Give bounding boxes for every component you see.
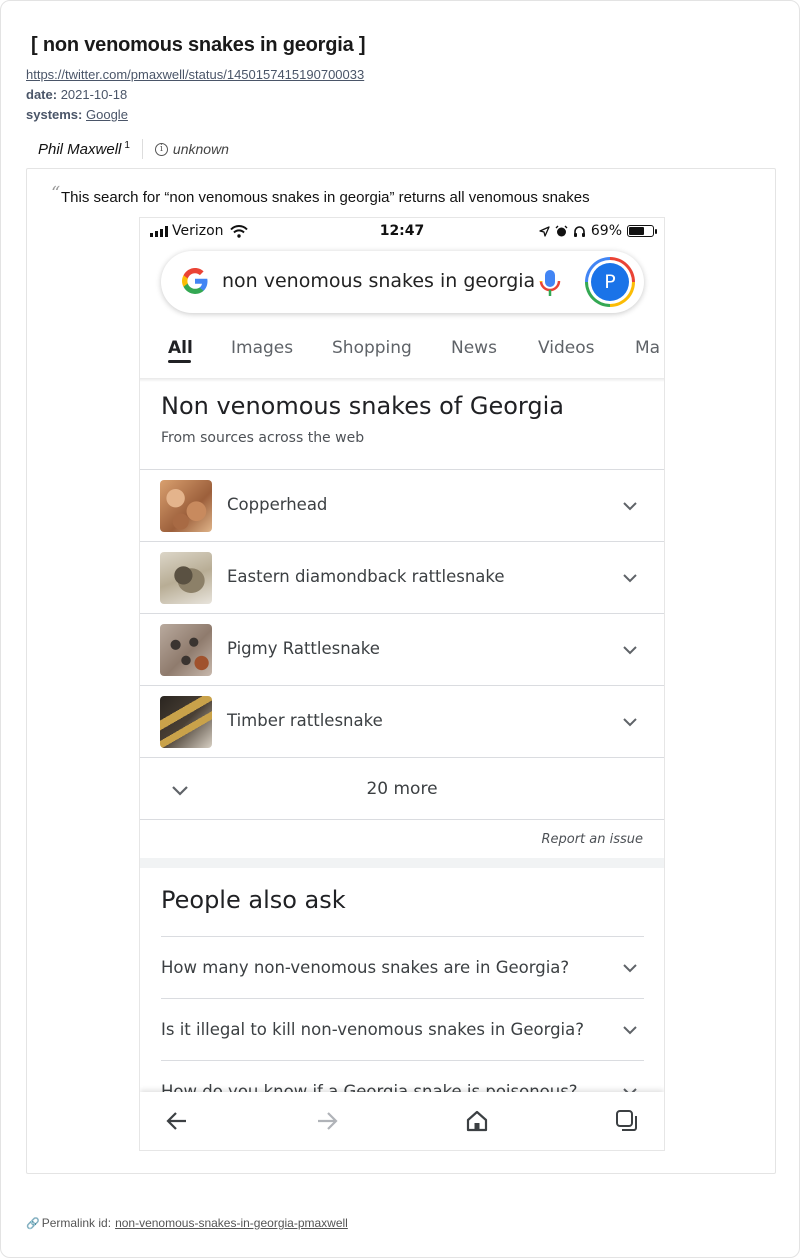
tab-maps[interactable]: Ma	[635, 338, 660, 358]
chevron-down-icon	[623, 574, 637, 583]
list-item-label: Copperhead	[227, 495, 328, 514]
tab-videos[interactable]: Videos	[538, 338, 595, 358]
result-subheading: From sources across the web	[161, 430, 365, 446]
quote-block: “ This search for “non venomous snakes i…	[26, 168, 776, 1174]
date-label: date:	[26, 87, 58, 102]
systems-line: systems: Google	[26, 107, 128, 122]
tabs-divider	[140, 378, 664, 382]
copperhead-thumbnail	[160, 480, 212, 532]
avatar-letter: P	[591, 263, 629, 301]
alarm-icon	[555, 225, 568, 236]
source-link[interactable]: https://twitter.com/pmaxwell/status/1450…	[26, 67, 364, 82]
active-tab-indicator	[168, 360, 191, 363]
author-footnote: 1	[124, 140, 130, 151]
tab-shopping[interactable]: Shopping	[332, 338, 412, 358]
author-name[interactable]: Phil Maxwell 1	[38, 140, 130, 158]
search-tabs: All Images Shopping News Videos Ma	[140, 336, 664, 380]
google-g-icon	[182, 268, 208, 294]
permalink-link[interactable]: non-venomous-snakes-in-georgia-pmaxwell	[115, 1216, 348, 1230]
page-title: [ non venomous snakes in georgia ]	[31, 34, 366, 56]
permalink-line: 🔗 Permalink id: non-venomous-snakes-in-g…	[26, 1216, 348, 1230]
question-text: Is it illegal to kill non-venomous snake…	[161, 1020, 585, 1039]
location-arrow-icon	[539, 225, 550, 237]
back-arrow-icon[interactable]	[164, 1108, 190, 1134]
quote-open-mark: “	[51, 183, 61, 204]
show-more-label: 20 more	[366, 779, 438, 799]
question-item[interactable]: How many non-venomous snakes are in Geor…	[161, 936, 644, 998]
list-item[interactable]: Timber rattlesnake	[140, 685, 664, 757]
incident-card: [ non venomous snakes in georgia ] https…	[0, 0, 800, 1258]
permalink-label: Permalink id:	[41, 1216, 112, 1230]
battery-percent: 69%	[590, 223, 622, 239]
chevron-down-icon	[623, 1026, 637, 1035]
forward-arrow-icon[interactable]	[314, 1108, 340, 1134]
list-item[interactable]: Copperhead	[140, 469, 664, 541]
tab-all[interactable]: All	[168, 338, 193, 358]
home-icon[interactable]	[464, 1108, 490, 1134]
avatar[interactable]: P	[585, 257, 635, 307]
quote-text: This search for “non venomous snakes in …	[61, 189, 590, 206]
date-line: date: 2021-10-18	[26, 87, 127, 102]
author-divider	[141, 139, 143, 159]
question-text: How many non-venomous snakes are in Geor…	[161, 958, 570, 977]
timber-rattlesnake-thumbnail	[160, 696, 212, 748]
battery-icon	[627, 225, 657, 237]
date-value: 2021-10-18	[60, 87, 128, 102]
headphones-icon	[573, 225, 585, 237]
phone-screenshot: Verizon 12:47 69% non venomous snakes in…	[139, 217, 665, 1151]
list-item-label: Pigmy Rattlesnake	[227, 639, 380, 658]
systems-link[interactable]: Google	[86, 107, 128, 122]
browser-nav-bar	[140, 1092, 664, 1150]
chevron-down-icon	[623, 502, 637, 511]
section-separator	[140, 858, 664, 868]
link-icon: 🔗	[26, 1217, 40, 1230]
status-bar: Verizon 12:47 69%	[140, 218, 664, 246]
show-more-button[interactable]: 20 more	[140, 757, 664, 820]
list-item-label: Eastern diamondback rattlesnake	[227, 567, 505, 586]
result-heading: Non venomous snakes of Georgia	[161, 392, 564, 420]
chevron-down-icon	[623, 718, 637, 727]
search-bar[interactable]: non venomous snakes in georgia P	[161, 251, 644, 313]
list-item[interactable]: Eastern diamondback rattlesnake	[140, 541, 664, 613]
chevron-down-icon	[623, 646, 637, 655]
microphone-icon[interactable]	[536, 267, 564, 299]
tab-images[interactable]: Images	[231, 338, 293, 358]
list-item[interactable]: Pigmy Rattlesnake	[140, 613, 664, 685]
unknown-label: unknown	[172, 141, 229, 157]
report-issue-link[interactable]: Report an issue	[541, 832, 643, 847]
question-item[interactable]: Is it illegal to kill non-venomous snake…	[161, 998, 644, 1060]
diamondback-thumbnail	[160, 552, 212, 604]
tabs-switcher-icon[interactable]	[614, 1108, 640, 1134]
info-icon: i	[154, 142, 168, 156]
pigmy-rattlesnake-thumbnail	[160, 624, 212, 676]
chevron-down-icon	[623, 964, 637, 973]
list-item-label: Timber rattlesnake	[227, 711, 383, 730]
tab-news[interactable]: News	[451, 338, 497, 358]
systems-label: systems:	[26, 107, 83, 122]
people-also-ask-heading: People also ask	[161, 886, 346, 914]
search-query[interactable]: non venomous snakes in georgia	[222, 270, 535, 292]
author-list: Phil Maxwell 1 i unknown	[38, 137, 229, 161]
author-name-text: Phil Maxwell	[38, 141, 122, 158]
